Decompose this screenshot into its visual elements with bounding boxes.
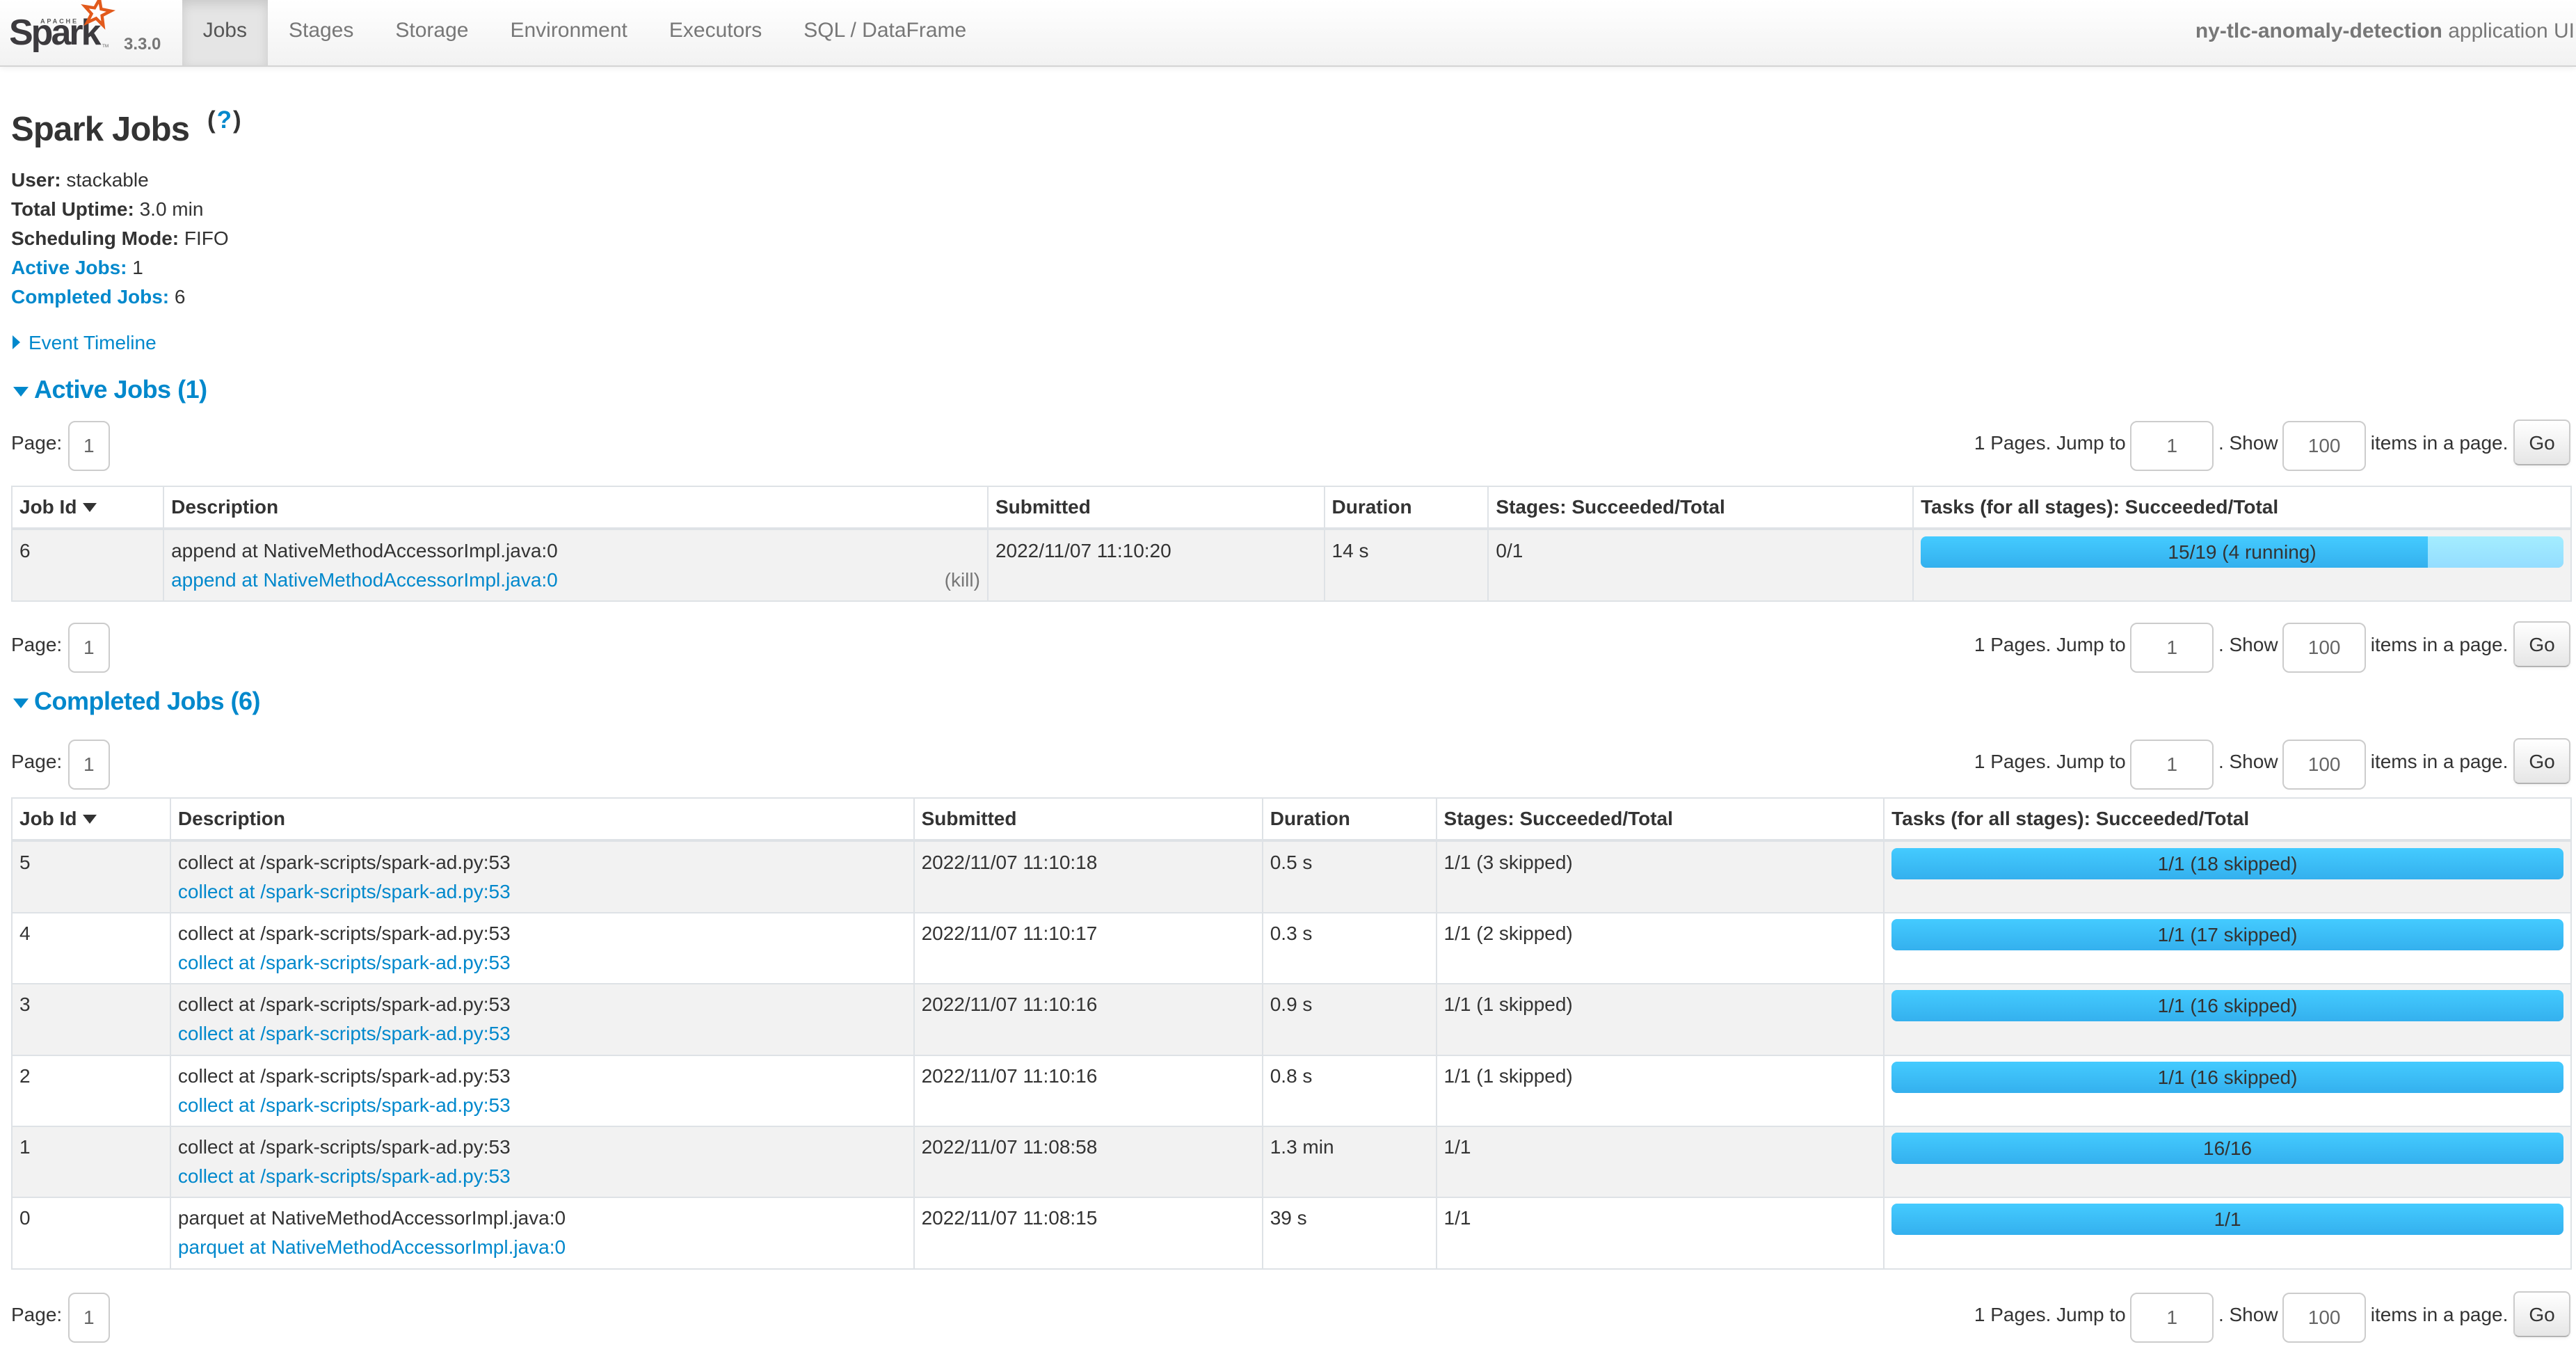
svg-text:TM: TM <box>102 44 109 49</box>
